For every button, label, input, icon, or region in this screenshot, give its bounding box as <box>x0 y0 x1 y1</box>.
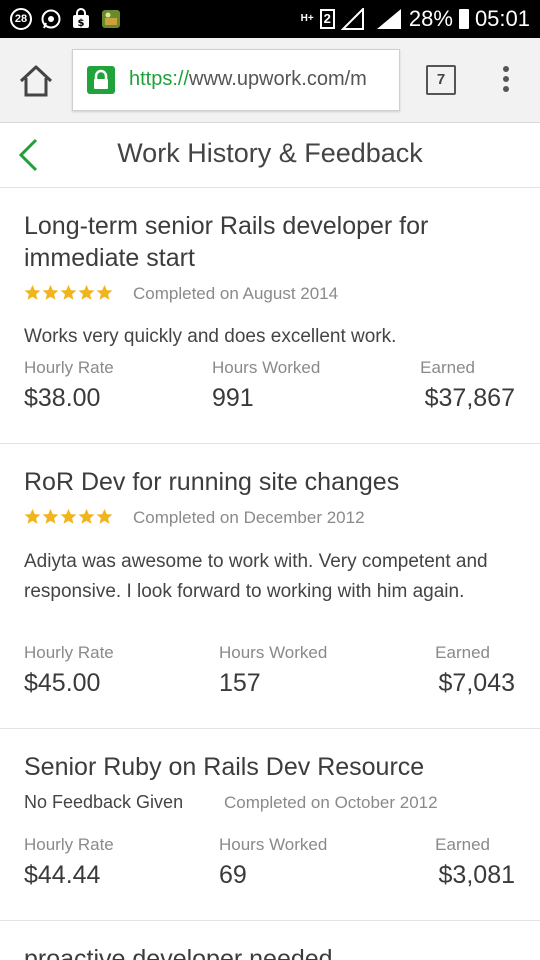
status-bar-right: H+ 2 28% 05:01 <box>301 4 530 34</box>
star-icon <box>42 284 59 300</box>
rating-stars <box>24 284 113 302</box>
star-icon <box>78 284 95 300</box>
star-icon <box>78 508 95 524</box>
url-text: https://www.upwork.com/m <box>129 68 367 91</box>
browser-toolbar: https://www.upwork.com/m 7 <box>0 38 540 123</box>
star-icon <box>42 508 59 524</box>
earned-value: $3,081 <box>438 861 515 889</box>
star-icon <box>24 284 41 300</box>
hourly-rate-label: Hourly Rate <box>24 643 114 662</box>
url-scheme: https:// <box>129 68 190 90</box>
no-feedback-text: No Feedback Given <box>24 792 184 812</box>
hourly-rate-label: Hourly Rate <box>24 835 114 854</box>
notification-count-badge: 28 <box>10 8 32 30</box>
lock-icon <box>87 66 115 94</box>
hours-worked-label: Hours Worked <box>219 643 328 662</box>
job-title[interactable]: Senior Ruby on Rails Dev Resource <box>24 751 504 783</box>
clock: 05:01 <box>474 6 530 31</box>
job-card[interactable]: Senior Ruby on Rails Dev Resource No Fee… <box>0 729 540 921</box>
completed-date: Completed on December 2012 <box>133 508 365 527</box>
network-type-icon: H+ <box>300 13 314 24</box>
status-bar-left: 28 $ <box>10 7 122 31</box>
hourly-rate-label: Hourly Rate <box>24 358 114 377</box>
job-title[interactable]: proactive developer needed <box>24 943 504 960</box>
shopping-bag-icon: $ <box>70 8 92 30</box>
menu-dot-icon <box>503 76 509 82</box>
tab-switcher-button[interactable]: 7 <box>426 65 456 95</box>
hours-worked-value: 69 <box>219 861 247 889</box>
star-icon <box>60 508 77 524</box>
page-title: Work History & Feedback <box>117 138 423 168</box>
hourly-rate-value: $45.00 <box>24 669 101 697</box>
job-card[interactable]: proactive developer needed <box>0 921 540 960</box>
feedback-comment: Works very quickly and does excellent wo… <box>24 326 397 347</box>
earned-label: Earned <box>420 358 475 377</box>
overflow-menu-button[interactable] <box>496 66 516 96</box>
hourly-rate-value: $44.44 <box>24 861 101 889</box>
battery-icon <box>458 9 469 29</box>
hours-worked-value: 157 <box>219 669 261 697</box>
home-button[interactable] <box>18 64 54 98</box>
job-card[interactable]: Long-term senior Rails developer for imm… <box>0 188 540 444</box>
status-bar: 28 $ H+ 2 28% 05:01 <box>0 0 540 38</box>
star-icon <box>96 284 113 300</box>
page-header: Work History & Feedback <box>0 123 540 188</box>
url-host: www.upwork.com/m <box>189 68 367 90</box>
whatsapp-icon <box>40 8 62 30</box>
game-icon <box>100 8 122 30</box>
completed-date: Completed on August 2014 <box>133 284 339 303</box>
hours-worked-label: Hours Worked <box>212 358 321 377</box>
job-title[interactable]: RoR Dev for running site changes <box>24 466 504 498</box>
star-icon <box>60 284 77 300</box>
earned-value: $7,043 <box>438 669 515 697</box>
signal-strong-icon <box>376 9 401 29</box>
hourly-rate-value: $38.00 <box>24 384 101 412</box>
sim-indicator: 2 <box>319 9 335 29</box>
feedback-comment: Adiyta was awesome to work with. Very co… <box>24 551 488 602</box>
menu-dot-icon <box>503 66 509 72</box>
earned-value: $37,867 <box>424 384 515 412</box>
job-card[interactable]: RoR Dev for running site changes Complet… <box>0 444 540 729</box>
hours-worked-label: Hours Worked <box>219 835 328 854</box>
signal-weak-icon <box>340 8 364 30</box>
star-icon <box>24 508 41 524</box>
star-icon <box>96 508 113 524</box>
battery-percent: 28% <box>408 6 453 31</box>
earned-label: Earned <box>435 643 490 662</box>
home-icon <box>19 65 53 97</box>
completed-date: Completed on October 2012 <box>224 793 438 812</box>
rating-stars <box>24 508 113 526</box>
hours-worked-value: 991 <box>212 384 254 412</box>
earned-label: Earned <box>435 835 490 854</box>
svg-text:$: $ <box>78 18 85 29</box>
menu-dot-icon <box>503 86 509 92</box>
url-bar[interactable]: https://www.upwork.com/m <box>72 49 400 111</box>
job-title[interactable]: Long-term senior Rails developer for imm… <box>24 210 504 274</box>
